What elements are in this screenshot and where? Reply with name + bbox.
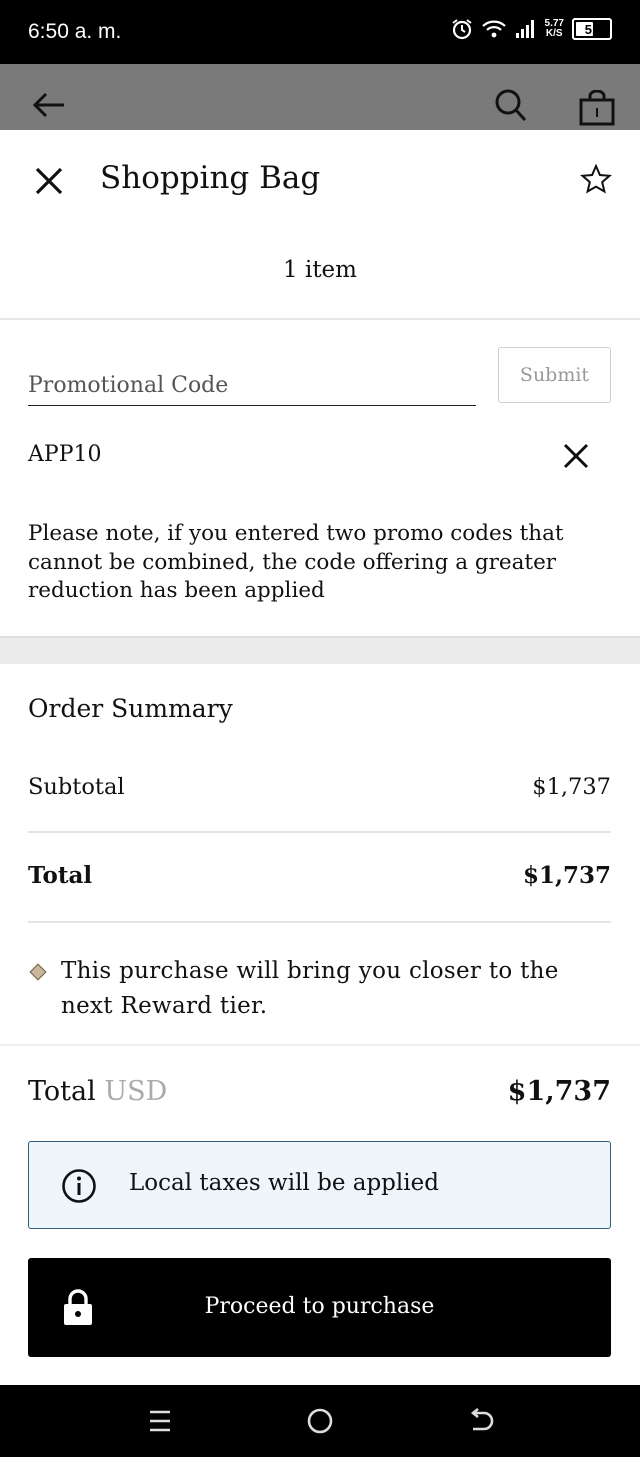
total-label: Total xyxy=(28,862,93,889)
subtotal-label: Subtotal xyxy=(28,774,125,800)
reward-text: This purchase will bring you closer to t… xyxy=(61,958,559,1019)
submit-button[interactable]: Submit xyxy=(498,347,611,403)
back-icon[interactable] xyxy=(467,1407,495,1435)
order-summary: Order Summary Subtotal $1,737 Total $1,7… xyxy=(0,664,640,1046)
app-header xyxy=(0,64,640,130)
diamond-icon xyxy=(29,963,47,981)
remove-code-icon[interactable] xyxy=(562,442,590,470)
promo-note: Please note, if you entered two promo co… xyxy=(28,521,564,603)
divider xyxy=(28,921,611,923)
tax-notice-text: Local taxes will be applied xyxy=(129,1170,439,1196)
grand-total-label-group: Total USD xyxy=(28,1076,167,1107)
status-icons: 5.77 K/S 51 xyxy=(451,18,612,40)
system-nav-bar xyxy=(0,1385,640,1457)
grand-total-row: Total USD $1,737 xyxy=(28,1076,611,1107)
reward-notice: This purchase will bring you closer to t… xyxy=(28,954,618,1024)
divider xyxy=(28,831,611,833)
shopping-bag-icon[interactable] xyxy=(578,90,616,126)
signal-icon xyxy=(515,20,534,38)
subtotal-row: Subtotal $1,737 xyxy=(28,774,611,800)
subtotal-value: $1,737 xyxy=(532,774,611,800)
home-icon[interactable] xyxy=(306,1407,334,1435)
network-speed-unit: K/S xyxy=(545,28,563,39)
status-bar: 6:50 a. m. 5.77 K/S 51 xyxy=(0,0,640,64)
proceed-to-purchase-label: Proceed to purchase xyxy=(204,1294,435,1319)
battery-level: 51 xyxy=(584,21,600,37)
tax-notice: Local taxes will be applied xyxy=(28,1141,611,1229)
wifi-icon xyxy=(481,20,506,38)
menu-icon[interactable] xyxy=(147,1407,173,1435)
total-value: $1,737 xyxy=(522,862,611,889)
promo-code-field xyxy=(28,352,476,406)
grand-total-label: Total xyxy=(28,1076,96,1107)
section-divider xyxy=(0,636,640,664)
back-arrow-icon[interactable] xyxy=(32,92,66,118)
search-icon[interactable] xyxy=(494,88,528,124)
shopping-bag-header: Shopping Bag 1 item xyxy=(0,130,640,320)
network-speed: 5.77 K/S xyxy=(545,19,564,39)
star-icon[interactable] xyxy=(580,164,612,194)
alarm-icon xyxy=(451,19,472,40)
currency-code: USD xyxy=(104,1076,168,1107)
promo-code-input[interactable] xyxy=(28,352,476,405)
proceed-to-purchase-button[interactable]: Proceed to purchase xyxy=(28,1258,611,1357)
grand-total-value: $1,737 xyxy=(507,1076,611,1107)
total-row: Total $1,737 xyxy=(28,862,611,889)
battery-icon: 51 xyxy=(572,18,612,40)
status-time: 6:50 a. m. xyxy=(28,20,122,43)
item-count: 1 item xyxy=(283,257,357,283)
info-icon xyxy=(62,1169,96,1203)
close-icon[interactable] xyxy=(34,166,64,196)
applied-promo-code: APP10 xyxy=(28,442,102,467)
promo-section: Submit APP10 Please note, if you entered… xyxy=(0,322,640,636)
page-title: Shopping Bag xyxy=(100,160,321,196)
order-summary-title: Order Summary xyxy=(28,694,233,723)
